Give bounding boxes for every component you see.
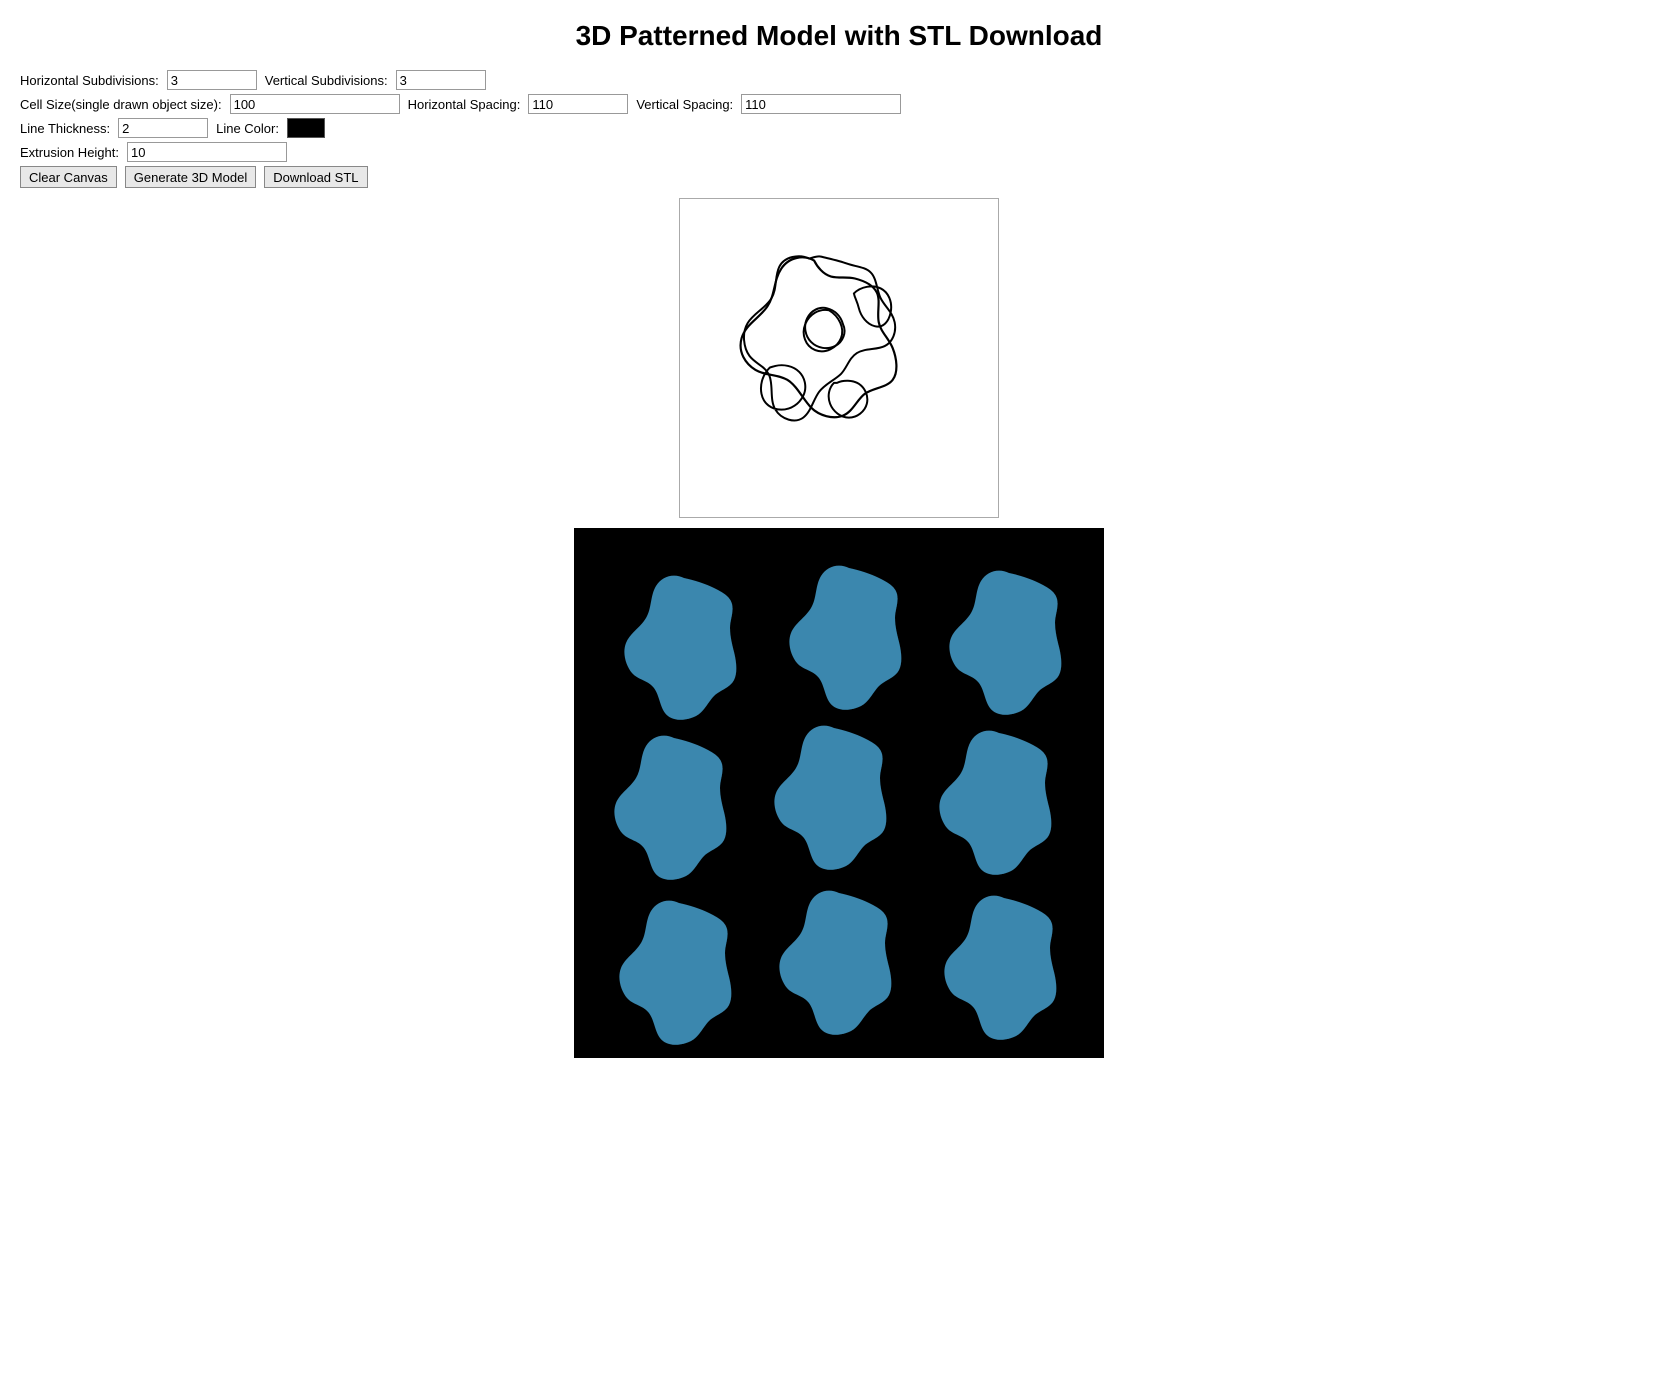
vertical-spacing-label: Vertical Spacing:	[636, 97, 733, 112]
control-row-1: Horizontal Subdivisions: Vertical Subdiv…	[20, 70, 1658, 90]
control-row-buttons: Clear Canvas Generate 3D Model Download …	[20, 166, 1658, 188]
line-color-swatch[interactable]	[287, 118, 325, 138]
line-thickness-label: Line Thickness:	[20, 121, 110, 136]
control-row-4: Extrusion Height:	[20, 142, 1658, 162]
control-row-2: Cell Size(single drawn object size): Hor…	[20, 94, 1658, 114]
model-svg	[574, 528, 1104, 1058]
model-view-area	[20, 528, 1658, 1058]
drawing-svg	[680, 199, 998, 517]
clear-canvas-button[interactable]: Clear Canvas	[20, 166, 117, 188]
page-title: 3D Patterned Model with STL Download	[20, 20, 1658, 52]
cell-size-label: Cell Size(single drawn object size):	[20, 97, 222, 112]
cell-size-input[interactable]	[230, 94, 400, 114]
generate-3d-model-button[interactable]: Generate 3D Model	[125, 166, 256, 188]
vertical-spacing-input[interactable]	[741, 94, 901, 114]
horizontal-spacing-input[interactable]	[528, 94, 628, 114]
model-canvas	[574, 528, 1104, 1058]
drawing-canvas-area	[20, 198, 1658, 518]
control-row-3: Line Thickness: Line Color:	[20, 118, 1658, 138]
horizontal-subdivisions-label: Horizontal Subdivisions:	[20, 73, 159, 88]
horizontal-spacing-label: Horizontal Spacing:	[408, 97, 521, 112]
line-color-label: Line Color:	[216, 121, 279, 136]
vertical-subdivisions-input[interactable]	[396, 70, 486, 90]
download-stl-button[interactable]: Download STL	[264, 166, 367, 188]
drawing-canvas[interactable]	[679, 198, 999, 518]
vertical-subdivisions-label: Vertical Subdivisions:	[265, 73, 388, 88]
extrusion-height-input[interactable]	[127, 142, 287, 162]
controls-panel: Horizontal Subdivisions: Vertical Subdiv…	[20, 70, 1658, 188]
line-thickness-input[interactable]	[118, 118, 208, 138]
extrusion-height-label: Extrusion Height:	[20, 145, 119, 160]
horizontal-subdivisions-input[interactable]	[167, 70, 257, 90]
